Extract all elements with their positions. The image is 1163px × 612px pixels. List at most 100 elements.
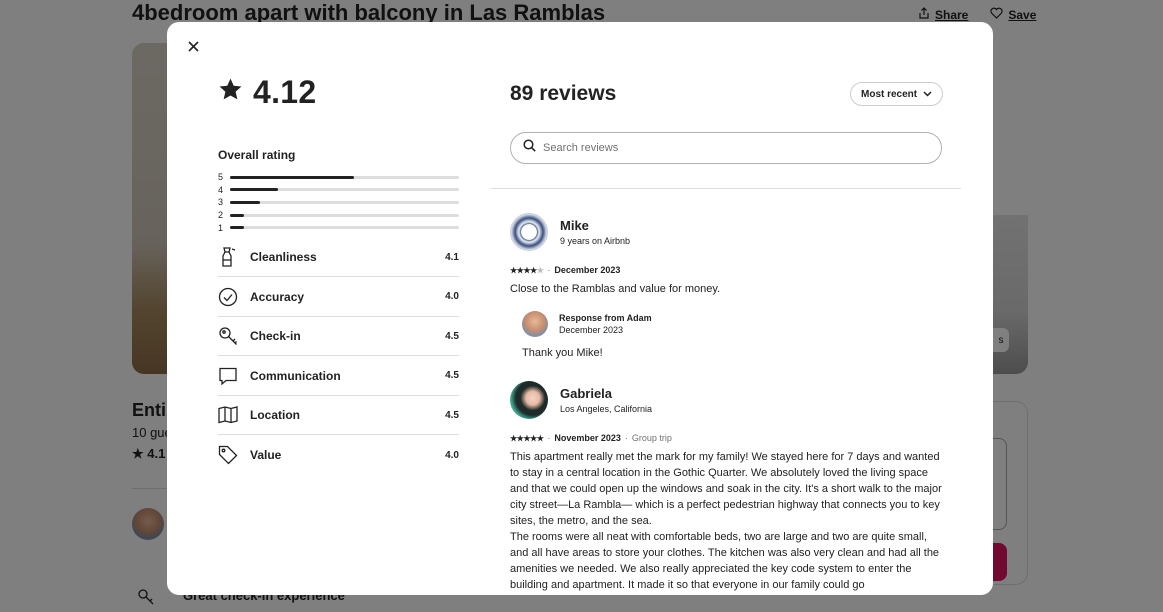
rating-bar-track <box>230 188 459 192</box>
review-date: December 2023 <box>554 265 621 275</box>
chevron-down-icon <box>923 89 932 100</box>
star-icon: ★ <box>536 433 544 443</box>
rating-bar-track <box>230 213 459 217</box>
reviews-panel: 89 reviews Most recent Mike 9 years on A… <box>491 22 961 595</box>
rating-bar-row: 5 <box>218 171 459 184</box>
search-reviews-field[interactable] <box>510 132 942 164</box>
review-text: Close to the Ramblas and value for money… <box>510 283 721 295</box>
category-value: 4.1 <box>445 251 459 263</box>
category-value: 4.5 <box>445 370 459 382</box>
rating-bar-fill <box>230 188 279 192</box>
category-value: 4.5 <box>445 409 459 421</box>
sort-dropdown[interactable]: Most recent <box>850 82 944 106</box>
rating-bar-label: 2 <box>218 210 224 221</box>
category-row-value: Value 4.0 <box>218 435 459 475</box>
star-icon: ★ <box>523 433 531 443</box>
review-text-continued: The rooms were all neat with comfortable… <box>510 531 940 591</box>
rating-bar-fill <box>230 226 244 230</box>
review-item: Gabriela Los Angeles, California ★★★★★ ·… <box>510 381 942 593</box>
review-author: Mike 9 years on Airbnb <box>510 213 942 251</box>
rating-bar-track <box>230 175 459 179</box>
category-value: 4.5 <box>445 330 459 342</box>
category-row-cleanliness: Cleanliness 4.1 <box>218 238 459 278</box>
rating-bar-label: 5 <box>218 172 224 183</box>
review-author-name: Mike <box>560 218 589 233</box>
tag-icon <box>218 445 238 465</box>
category-row-accuracy: Accuracy 4.0 <box>218 277 459 317</box>
category-row-checkin: Check-in 4.5 <box>218 317 459 357</box>
review-author: Gabriela Los Angeles, California <box>510 381 942 419</box>
close-icon <box>187 39 199 57</box>
star-icon: ★ <box>510 433 517 443</box>
category-name: Cleanliness <box>250 250 317 265</box>
review-trip-type: Group trip <box>631 433 672 443</box>
avatar[interactable] <box>522 311 548 337</box>
category-name: Communication <box>250 368 341 383</box>
meta-separator: · <box>624 433 628 443</box>
star-icon: ★ <box>536 265 544 275</box>
rating-bar-label: 3 <box>218 197 224 208</box>
star-icon: ★ <box>530 265 537 275</box>
star-rating: ★★★★★ <box>510 265 544 275</box>
host-response-text: Thank you Mike! <box>522 347 603 359</box>
map-icon <box>218 405 238 425</box>
category-name: Location <box>250 408 300 423</box>
star-rating: ★★★★★ <box>510 433 544 443</box>
review-item: Mike 9 years on Airbnb ★★★★★ · December … <box>510 213 942 359</box>
reviews-modal: 4.12 Overall rating 5 4 3 2 1 Cleanlines… <box>167 22 993 595</box>
overall-rating-value: 4.12 <box>253 73 317 110</box>
category-row-communication: Communication 4.5 <box>218 356 459 396</box>
review-author-name: Gabriela <box>560 386 613 401</box>
search-reviews-input[interactable] <box>543 142 903 154</box>
star-icon: ★ <box>510 265 517 275</box>
host-response-title: Response from Adam <box>559 313 652 323</box>
rating-bar-label: 4 <box>218 184 224 195</box>
rating-bar-row: 1 <box>218 221 459 234</box>
star-icon: ★ <box>530 433 537 443</box>
review-meta: ★★★★★ · November 2023 · Group trip <box>510 433 942 443</box>
divider <box>491 188 961 189</box>
check-circle-icon <box>218 287 238 307</box>
category-name: Value <box>250 448 282 463</box>
rating-bar-label: 1 <box>218 222 224 233</box>
review-text: This apartment really met the mark for m… <box>510 451 942 527</box>
category-name: Check-in <box>250 329 301 344</box>
review-meta: ★★★★★ · December 2023 <box>510 265 942 275</box>
rating-distribution: 5 4 3 2 1 <box>218 171 459 234</box>
avatar[interactable] <box>510 213 548 251</box>
overall-rating: 4.12 <box>218 74 459 110</box>
star-icon <box>218 77 243 107</box>
rating-bar-fill <box>230 213 244 217</box>
avatar[interactable] <box>510 381 548 419</box>
sort-label: Most recent <box>861 88 918 100</box>
category-value: 4.0 <box>445 291 459 303</box>
rating-summary: 4.12 Overall rating 5 4 3 2 1 Cleanlines… <box>218 74 459 475</box>
category-value: 4.0 <box>445 449 459 461</box>
key-icon <box>218 326 238 346</box>
review-author-subtitle: Los Angeles, California <box>560 404 653 414</box>
host-response-date: December 2023 <box>559 325 624 335</box>
host-response: Response from Adam December 2023 Thank y… <box>522 311 942 359</box>
rating-bar-track <box>230 226 459 230</box>
category-name: Accuracy <box>250 289 305 304</box>
close-button[interactable] <box>181 36 205 60</box>
star-icon: ★ <box>523 265 531 275</box>
review-author-subtitle: 9 years on Airbnb <box>560 236 631 246</box>
rating-bar-row: 3 <box>218 196 459 209</box>
host-response-header: Response from Adam December 2023 <box>522 311 942 337</box>
spray-bottle-icon <box>218 247 238 267</box>
meta-separator: · <box>547 265 551 275</box>
search-icon <box>523 139 536 157</box>
reviews-count: 89 reviews <box>510 82 617 105</box>
category-ratings: Cleanliness 4.1 Accuracy 4.0 Check-in 4.… <box>218 238 459 475</box>
rating-bar-row: 2 <box>218 209 459 222</box>
rating-bar-row: 4 <box>218 184 459 197</box>
category-row-location: Location 4.5 <box>218 396 459 436</box>
meta-separator: · <box>547 433 551 443</box>
rating-bar-fill <box>230 175 354 179</box>
overall-rating-label: Overall rating <box>218 148 296 162</box>
rating-bar-track <box>230 200 459 204</box>
chat-bubble-icon <box>218 366 238 386</box>
review-date: November 2023 <box>554 433 621 443</box>
rating-bar-fill <box>230 200 260 204</box>
